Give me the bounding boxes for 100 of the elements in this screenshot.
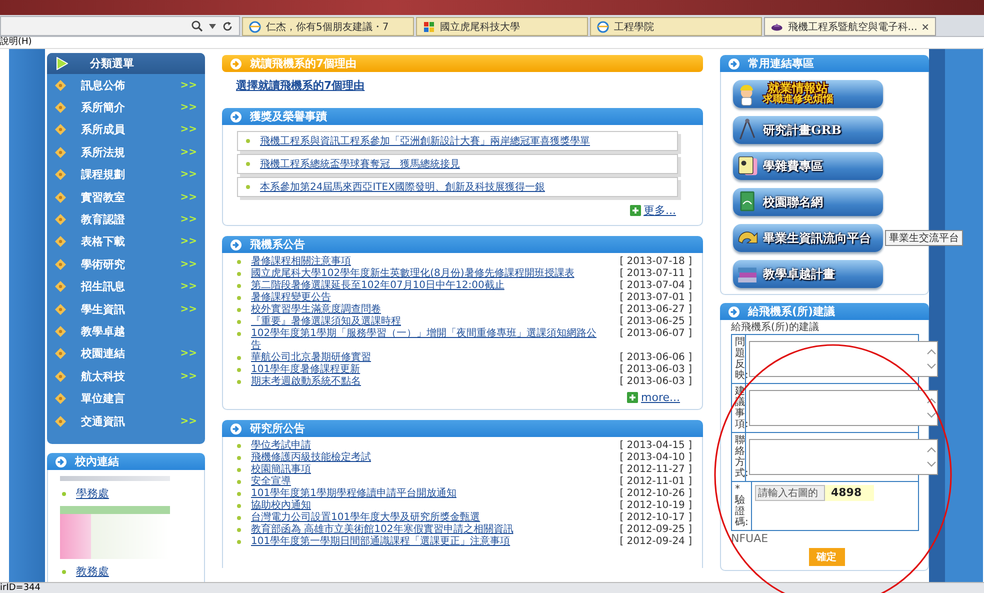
news-link[interactable]: 學位考試申請 bbox=[251, 440, 602, 452]
menu-item[interactable]: 航太科技 >> bbox=[47, 365, 205, 388]
news-link[interactable]: 『重要』暑修選課須知及選課時程 bbox=[251, 316, 602, 328]
field-label: *驗證碼: bbox=[735, 484, 745, 528]
panel-title: 研究所公告 bbox=[250, 421, 305, 436]
news-date: [ 2013-06-03 ] bbox=[618, 376, 692, 388]
news-date: [ 2013-07-18 ] bbox=[618, 256, 692, 268]
news-link[interactable]: 暑修課程相關注意事項 bbox=[251, 256, 602, 268]
close-icon[interactable] bbox=[922, 22, 929, 30]
browser-tab[interactable]: 國立虎尾科技大學 bbox=[416, 17, 588, 36]
diamond-icon bbox=[55, 370, 66, 382]
menu-item[interactable]: 說明(H) bbox=[0, 37, 32, 48]
news-link[interactable]: 校園簡訊事項 bbox=[251, 464, 602, 476]
news-date: [ 2012-11-01 ] bbox=[618, 476, 692, 488]
news-link[interactable]: 台灣電力公司設置101學年度大學及研究所獎金甄選 bbox=[251, 512, 602, 524]
arrow-circle-icon bbox=[55, 456, 67, 468]
arrow-circle-icon bbox=[230, 110, 242, 122]
menu-item[interactable]: 訊息公佈 >> bbox=[47, 74, 205, 96]
globe-icon bbox=[597, 20, 609, 32]
panel-title: 分類選單 bbox=[90, 56, 134, 71]
news-date: [ 2013-06-25 ] bbox=[618, 316, 692, 328]
menu-item[interactable]: 系所簡介 >> bbox=[47, 96, 205, 119]
news-link[interactable]: 安全宣導 bbox=[251, 476, 602, 488]
news-link[interactable]: 華航公司北京暑期研修實習 bbox=[251, 352, 602, 364]
news-date: [ 2012-11-27 ] bbox=[618, 464, 692, 476]
diamond-icon bbox=[55, 192, 66, 203]
news-date: [ 2013-07-11 ] bbox=[618, 268, 692, 280]
menu-item[interactable]: 招生訊息 >> bbox=[47, 276, 205, 298]
browser-tab[interactable]: 仁杰，你有5個朋友建議・7 bbox=[242, 17, 414, 36]
text-area[interactable] bbox=[749, 390, 938, 426]
campus-link[interactable]: 學務處 bbox=[76, 486, 109, 502]
news-link[interactable]: 102學年度第1學期「服務學習（一）」增開「夜間重修專班」選課須知網路公告 bbox=[251, 328, 602, 352]
news-date: [ 2013-07-04 ] bbox=[618, 280, 692, 292]
news-date: [ 2012-09-25 ] bbox=[618, 524, 692, 536]
panel-title: 飛機系公告 bbox=[250, 237, 305, 252]
menu-item[interactable]: 系所法規 >> bbox=[47, 141, 205, 164]
captcha-code: 4898 bbox=[825, 485, 874, 501]
news-link[interactable]: 101學年度暑修課程更新 bbox=[251, 364, 602, 376]
news-link[interactable]: 校外實習學生滿意度調查問卷 bbox=[251, 304, 602, 316]
caret-icon[interactable] bbox=[209, 24, 216, 28]
news-link[interactable]: 飛機工程系與資訊工程系參加「亞洲創新設計大賽」兩岸總冠軍喜獲獎學單 bbox=[260, 134, 590, 148]
browser-tab[interactable]: 飛機工程系暨航空與電子科... bbox=[764, 17, 936, 36]
menu-item[interactable]: 系所成員 >> bbox=[47, 118, 205, 142]
news-link[interactable]: 國立虎尾科大學102學年度新生英數理化(8月份)暑修先修課程開班授課表 bbox=[251, 268, 602, 280]
diamond-icon bbox=[55, 124, 66, 136]
squares-icon bbox=[423, 20, 435, 32]
diamond-icon bbox=[55, 236, 66, 248]
menu-item[interactable]: 教學卓越 bbox=[47, 320, 205, 343]
plus-icon bbox=[627, 392, 638, 403]
diamond-icon bbox=[55, 102, 66, 114]
menu-item[interactable]: 表格下載 >> bbox=[47, 230, 205, 254]
news-link[interactable]: 101學年度第一學期日間部通識課程「選課更正」注意事項 bbox=[251, 536, 602, 548]
reason-link[interactable]: 選擇就讀飛機系的7個理由 bbox=[236, 79, 365, 92]
diamond-icon bbox=[55, 146, 66, 158]
browser-tab[interactable]: 工程學院 bbox=[590, 17, 762, 36]
text-area[interactable] bbox=[749, 341, 938, 377]
news-link[interactable]: 期末考週啟動系統不點名 bbox=[251, 376, 602, 388]
more-link[interactable]: 更多... bbox=[644, 203, 676, 218]
menu-item[interactable]: 實習教室 >> bbox=[47, 186, 205, 208]
news-date: [ 2013-07-01 ] bbox=[618, 292, 692, 304]
arrow-circle-icon bbox=[230, 422, 242, 434]
diamond-icon bbox=[55, 258, 66, 270]
news-link[interactable]: 教育部函為 高雄市立美術館102年寒假實習申請之相關資訊 bbox=[251, 524, 602, 536]
field-label: 聯絡方式: bbox=[735, 435, 745, 479]
panel-title: 常用連結專區 bbox=[748, 56, 814, 71]
captcha-note: NFUAE bbox=[731, 532, 770, 545]
news-link[interactable]: 101學年度第1學期學程修讀申請平台開放通知 bbox=[251, 488, 602, 500]
search-icon[interactable] bbox=[191, 20, 203, 32]
id-card-icon bbox=[736, 154, 760, 178]
menu-item[interactable]: 校園連結 >> bbox=[47, 342, 205, 366]
captcha-field[interactable]: 請輸入右圖的 bbox=[755, 485, 825, 501]
news-link[interactable]: 飛機工程系總統盃學球賽奪冠 獲馬總統接見 bbox=[260, 157, 460, 171]
news-link[interactable]: 本系參加第24屆馬來西亞ITEX國際發明、創新及科技展獲得一銀 bbox=[260, 180, 545, 194]
menu-item[interactable]: 課程規劃 >> bbox=[47, 164, 205, 186]
plus-icon bbox=[630, 205, 640, 216]
menu-item[interactable]: 交通資訊 >> bbox=[47, 410, 205, 432]
field-label: 問題反映: bbox=[735, 337, 745, 381]
menu-item[interactable]: 學生資訊 >> bbox=[47, 298, 205, 320]
status-text: irID=344 bbox=[0, 583, 41, 593]
panel-title: 校內連結 bbox=[75, 454, 119, 470]
menu-item[interactable]: 單位建言 bbox=[47, 387, 205, 410]
news-date: [ 2012-09-24 ] bbox=[618, 536, 692, 548]
panel-title: 獲獎及榮譽事蹟 bbox=[250, 109, 327, 124]
news-link[interactable]: 協助校內通知 bbox=[251, 500, 602, 512]
diamond-icon bbox=[55, 416, 66, 427]
menu-item[interactable]: 學術研究 >> bbox=[47, 253, 205, 276]
campus-link[interactable]: 教務處 bbox=[76, 564, 109, 580]
menu-item[interactable]: 教育認證 >> bbox=[47, 208, 205, 231]
news-link[interactable]: 暑修課程變更公告 bbox=[251, 292, 602, 304]
news-link[interactable]: 第二階段暑修選課延長至102年07月10日中午12:00截止 bbox=[251, 280, 602, 292]
diamond-icon bbox=[55, 393, 66, 404]
text-area[interactable] bbox=[749, 439, 938, 475]
refresh-icon[interactable] bbox=[222, 20, 233, 32]
news-date: [ 2013-06-03 ] bbox=[618, 364, 692, 376]
arrow-circle-icon bbox=[230, 238, 242, 250]
news-date: [ 2012-10-17 ] bbox=[618, 512, 692, 524]
news-date: [ 2012-10-19 ] bbox=[618, 500, 692, 512]
news-link[interactable]: 飛機修護丙級技能檢定考試 bbox=[251, 452, 602, 464]
more-link[interactable]: more... bbox=[641, 391, 680, 404]
diamond-icon bbox=[55, 214, 66, 226]
